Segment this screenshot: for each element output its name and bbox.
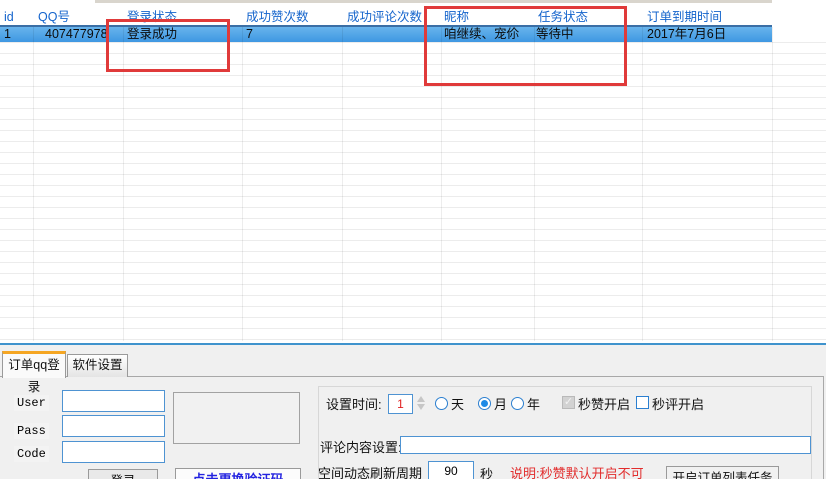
login-button[interactable]: 登录 [88, 469, 158, 479]
col-header-qq[interactable]: QQ号 [38, 9, 70, 25]
spinner-down-icon[interactable] [417, 404, 425, 410]
checkbox-instant-like-label[interactable]: 秒赞开启 [578, 397, 630, 412]
note-text: 说明:秒赞默认开启不可 [510, 466, 644, 479]
radio-month-label[interactable]: 月 [494, 397, 507, 412]
refresh-unit-label: 秒 [480, 467, 493, 479]
spinner-up-icon[interactable] [417, 396, 425, 402]
comment-content-input[interactable] [400, 436, 811, 454]
tab-order-qq-login[interactable]: 订单qq登录 [2, 351, 66, 378]
checkbox-instant-comment[interactable] [636, 396, 649, 409]
col-header-expire-date[interactable]: 订单到期时间 [647, 9, 722, 25]
annotation-box-nickname-task [424, 6, 627, 86]
start-order-tasks-button[interactable]: 开启订单列表任务 [666, 466, 779, 479]
time-spinner[interactable] [415, 393, 428, 413]
set-time-label: 设置时间: [326, 397, 382, 412]
radio-day[interactable] [435, 397, 448, 410]
captcha-image [173, 392, 300, 444]
cell-id: 1 [4, 27, 11, 42]
annotation-box-login-status [106, 19, 230, 72]
app-window: id QQ号 登录状态 成功赞次数 成功评论次数 昵称 任务状态 订单到期时间 … [0, 0, 826, 479]
col-header-comment-count[interactable]: 成功评论次数 [347, 9, 422, 25]
user-input[interactable] [62, 390, 165, 412]
gridline [33, 27, 34, 341]
gridline [242, 27, 243, 341]
tab-software-settings[interactable]: 软件设置 [67, 354, 128, 377]
cell-like-count: 7 [246, 27, 253, 42]
comment-content-label: 评论内容设置: [320, 440, 402, 455]
gridline [342, 27, 343, 341]
code-input[interactable] [62, 441, 165, 463]
col-header-like-count[interactable]: 成功赞次数 [246, 9, 309, 25]
cell-qq: 407477978 [45, 27, 108, 42]
refresh-period-label: 空间动态刷新周期 [318, 466, 422, 479]
radio-month[interactable] [478, 397, 491, 410]
checkbox-instant-like[interactable]: ✓ [562, 396, 575, 409]
checkbox-instant-comment-label[interactable]: 秒评开启 [652, 397, 704, 412]
window-top-strip [95, 0, 772, 3]
radio-year[interactable] [511, 397, 524, 410]
gridline [642, 27, 643, 341]
col-header-id[interactable]: id [4, 9, 14, 25]
pass-input[interactable] [62, 415, 165, 437]
pass-label: Pass [14, 423, 49, 439]
change-captcha-button[interactable]: 点击更换验证码 [175, 468, 301, 479]
radio-year-label[interactable]: 年 [527, 397, 540, 412]
time-value-input[interactable] [388, 394, 413, 414]
cell-expire-date: 2017年7月6日 [647, 27, 726, 42]
gridline [123, 27, 124, 341]
code-label: Code [14, 446, 49, 462]
gridline [772, 27, 773, 341]
radio-day-label[interactable]: 天 [451, 397, 464, 412]
refresh-period-input[interactable] [428, 461, 474, 479]
tab-pane-border-right [823, 376, 824, 479]
